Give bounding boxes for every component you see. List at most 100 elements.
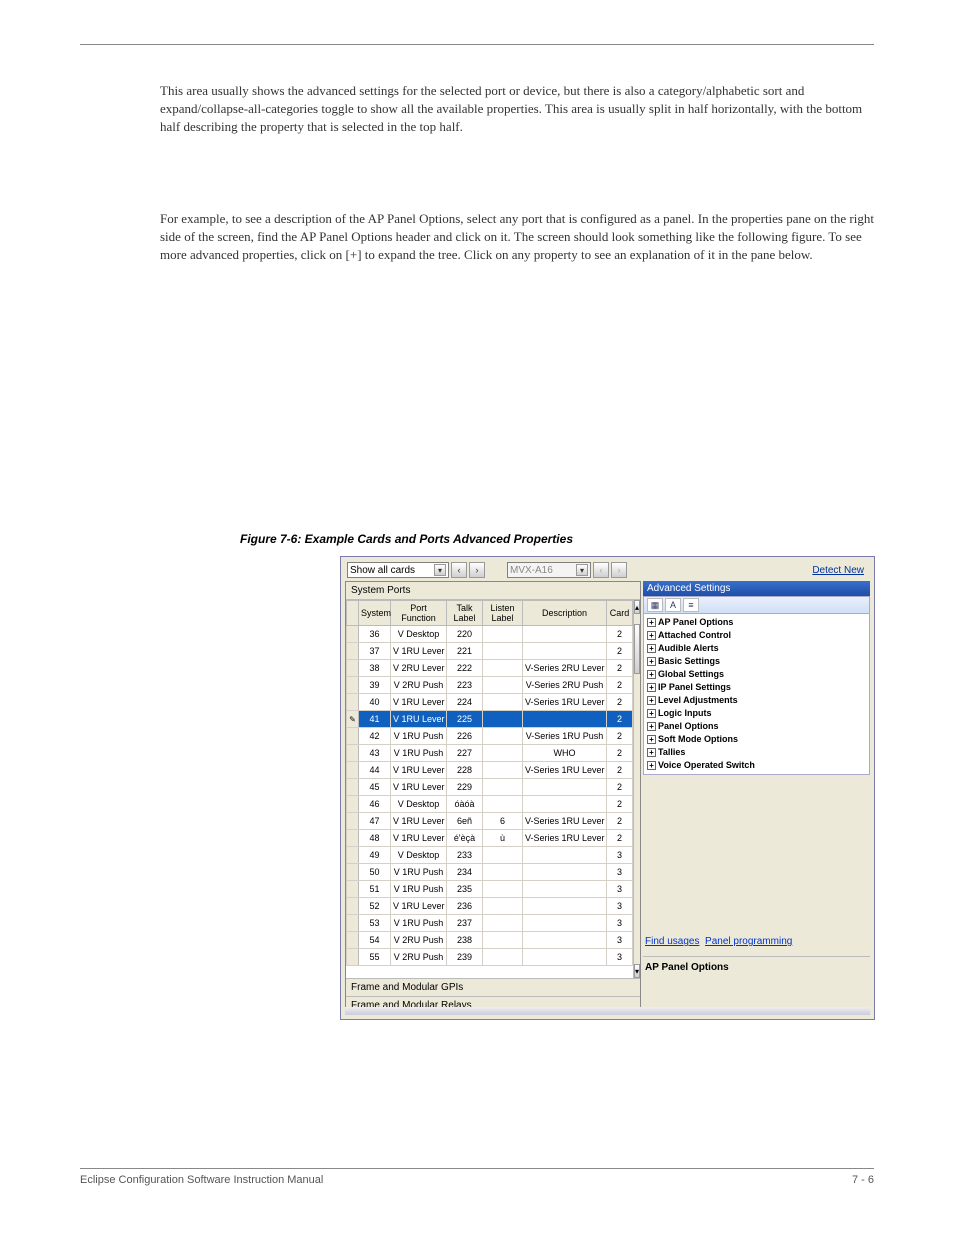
table-row[interactable]: 48V 1RU Leveré'èçàùV-Series 1RU Lever2 [347,830,633,847]
tree-item[interactable]: +Panel Options [645,720,868,733]
table-cell[interactable]: V 1RU Lever [391,694,447,711]
table-cell[interactable]: óàóà [447,796,483,813]
table-cell[interactable]: 226 [447,728,483,745]
table-cell[interactable] [523,915,607,932]
categorize-icon[interactable]: ▦ [647,598,663,612]
table-cell[interactable]: V 1RU Lever [391,711,447,728]
table-cell[interactable] [523,711,607,728]
table-cell[interactable]: 3 [607,898,633,915]
table-row[interactable]: 44V 1RU Lever228V-Series 1RU Lever2 [347,762,633,779]
table-cell[interactable]: 234 [447,864,483,881]
table-row[interactable]: 42V 1RU Push226V-Series 1RU Push2 [347,728,633,745]
expand-plus-icon[interactable]: + [647,761,656,770]
expand-plus-icon[interactable]: + [647,748,656,757]
table-cell[interactable] [483,677,523,694]
table-cell[interactable]: 3 [607,864,633,881]
expand-plus-icon[interactable]: + [647,709,656,718]
table-cell[interactable]: V 2RU Push [391,949,447,966]
table-cell[interactable]: 37 [359,643,391,660]
table-cell[interactable]: V 1RU Push [391,864,447,881]
table-cell[interactable]: é'èçà [447,830,483,847]
row-handle[interactable] [347,694,359,711]
tree-item[interactable]: +AP Panel Options [645,616,868,629]
table-cell[interactable]: 2 [607,830,633,847]
row-handle[interactable] [347,762,359,779]
table-header[interactable]: Port Function [391,601,447,626]
table-cell[interactable] [523,932,607,949]
table-cell[interactable]: 6eñ [447,813,483,830]
scroll-track[interactable] [634,614,640,964]
alpha-sort-icon[interactable]: A [665,598,681,612]
scroll-down-button[interactable]: ▾ [634,964,640,978]
card-filter-select[interactable]: Show all cards ▾ [347,562,449,578]
table-row[interactable]: 43V 1RU Push227WHO2 [347,745,633,762]
table-cell[interactable]: V 1RU Push [391,728,447,745]
table-cell[interactable]: 2 [607,745,633,762]
row-handle[interactable] [347,898,359,915]
table-cell[interactable]: V-Series 1RU Lever [523,813,607,830]
row-handle[interactable] [347,915,359,932]
table-cell[interactable]: V-Series 2RU Lever [523,660,607,677]
table-cell[interactable] [483,915,523,932]
table-cell[interactable]: 221 [447,643,483,660]
row-handle[interactable] [347,813,359,830]
expand-plus-icon[interactable]: + [647,657,656,666]
table-row[interactable]: 46V Desktopóàóà2 [347,796,633,813]
table-cell[interactable]: V-Series 1RU Lever [523,762,607,779]
table-cell[interactable]: 235 [447,881,483,898]
table-cell[interactable]: ù [483,830,523,847]
table-cell[interactable]: V-Series 1RU Lever [523,694,607,711]
table-row[interactable]: 47V 1RU Lever6eñ6V-Series 1RU Lever2 [347,813,633,830]
tree-item[interactable]: +Level Adjustments [645,694,868,707]
table-cell[interactable]: V 1RU Lever [391,813,447,830]
table-cell[interactable]: 236 [447,898,483,915]
table-header[interactable]: Description [523,601,607,626]
table-cell[interactable]: 3 [607,949,633,966]
table-cell[interactable] [483,643,523,660]
table-row[interactable]: 37V 1RU Lever2212 [347,643,633,660]
tree-item[interactable]: +Voice Operated Switch [645,759,868,772]
expand-plus-icon[interactable]: + [647,631,656,640]
row-handle[interactable] [347,830,359,847]
table-cell[interactable] [483,864,523,881]
table-row[interactable]: 39V 2RU Push223V-Series 2RU Push2 [347,677,633,694]
card-prev-button[interactable]: ‹ [451,562,467,578]
scroll-up-button[interactable]: ▴ [634,600,640,614]
table-cell[interactable]: 239 [447,949,483,966]
table-cell[interactable]: 238 [447,932,483,949]
table-cell[interactable]: 228 [447,762,483,779]
table-cell[interactable]: 220 [447,626,483,643]
table-cell[interactable]: 2 [607,643,633,660]
table-cell[interactable]: 223 [447,677,483,694]
table-cell[interactable]: 49 [359,847,391,864]
table-cell[interactable]: 55 [359,949,391,966]
tree-item[interactable]: +Attached Control [645,629,868,642]
table-cell[interactable] [483,932,523,949]
table-cell[interactable]: V Desktop [391,847,447,864]
table-cell[interactable] [483,660,523,677]
table-cell[interactable]: 237 [447,915,483,932]
table-cell[interactable]: 51 [359,881,391,898]
table-cell[interactable]: 2 [607,728,633,745]
table-scrollbar[interactable]: ▴ ▾ [633,600,640,978]
table-cell[interactable]: 43 [359,745,391,762]
row-handle[interactable]: ✎ [347,711,359,728]
row-handle[interactable] [347,728,359,745]
table-cell[interactable]: V 1RU Lever [391,898,447,915]
table-cell[interactable]: V 1RU Push [391,745,447,762]
table-cell[interactable]: 2 [607,796,633,813]
expand-plus-icon[interactable]: + [647,670,656,679]
table-cell[interactable]: V 2RU Push [391,677,447,694]
table-cell[interactable]: V 2RU Lever [391,660,447,677]
table-cell[interactable] [483,762,523,779]
tree-item[interactable]: +Tallies [645,746,868,759]
table-row[interactable]: 45V 1RU Lever2292 [347,779,633,796]
table-cell[interactable]: V-Series 2RU Push [523,677,607,694]
table-cell[interactable] [523,881,607,898]
table-cell[interactable]: 3 [607,847,633,864]
table-cell[interactable]: V 1RU Push [391,881,447,898]
table-cell[interactable] [483,847,523,864]
table-cell[interactable]: 45 [359,779,391,796]
table-row[interactable]: ✎41V 1RU Lever2252 [347,711,633,728]
table-row[interactable]: 36V Desktop2202 [347,626,633,643]
